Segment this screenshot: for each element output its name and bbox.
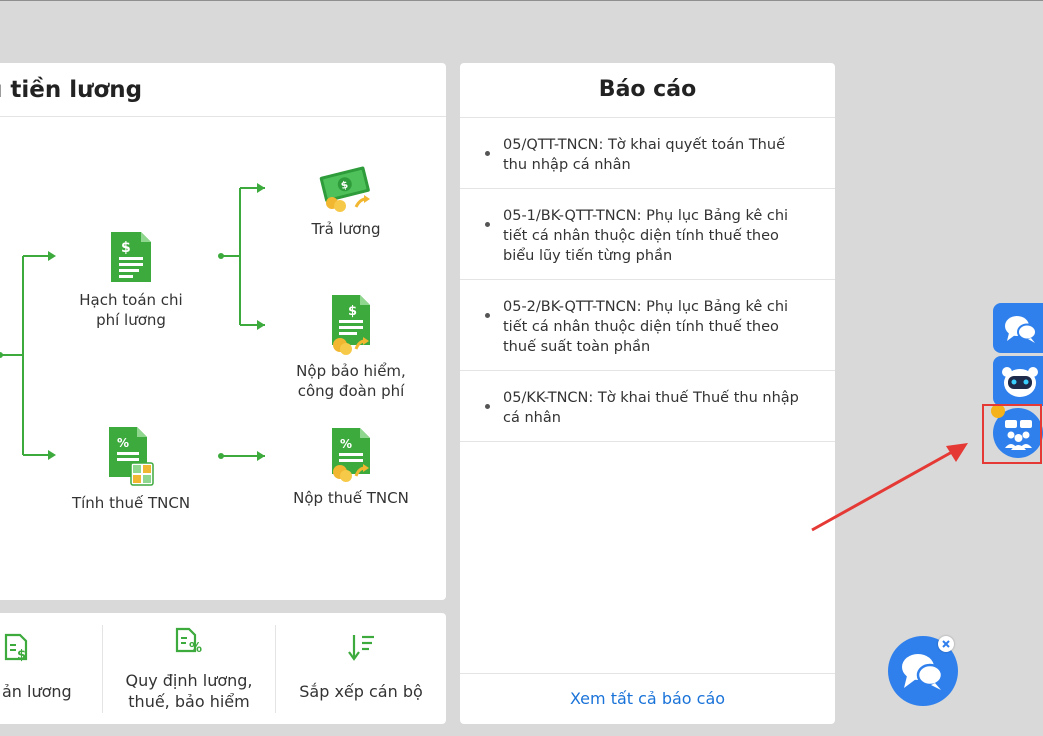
- window-top-border: [0, 0, 1043, 1]
- report-item[interactable]: 05-1/BK-QTT-TNCN: Phụ lục Bảng kê chi ti…: [460, 189, 835, 280]
- node-payroll-label: Hạch toán chi phí lương: [79, 291, 183, 329]
- shortcut-salary[interactable]: $ ản lương: [0, 613, 102, 724]
- view-all-reports-link[interactable]: Xem tất cả báo cáo: [460, 673, 835, 724]
- svg-text:%: %: [189, 641, 202, 655]
- side-chat-button[interactable]: [993, 303, 1043, 353]
- report-item[interactable]: 05/KK-TNCN: Tờ khai thuế Thuế thu nhập c…: [460, 371, 835, 442]
- svg-text:%: %: [117, 436, 129, 450]
- report-item[interactable]: 05-2/BK-QTT-TNCN: Phụ lục Bảng kê chi ti…: [460, 280, 835, 371]
- report-title: Báo cáo: [460, 63, 835, 118]
- chat-bubbles-icon: [902, 654, 944, 690]
- shortcut-arrange[interactable]: Sắp xếp cán bộ: [276, 613, 446, 724]
- svg-text:%: %: [340, 437, 352, 451]
- report-item[interactable]: 05/QTT-TNCN: Tờ khai quyết toán Thuế thu…: [460, 118, 835, 189]
- svg-text:$: $: [348, 304, 357, 319]
- tax-payment-icon: %: [332, 428, 370, 482]
- robot-assistant-icon: [1002, 367, 1038, 397]
- report-list: 05/QTT-TNCN: Tờ khai quyết toán Thuế thu…: [460, 118, 835, 442]
- shortcut-rules-label: Quy định lương, thuế, bảo hiểm: [125, 671, 253, 711]
- svg-text:$: $: [17, 648, 26, 663]
- node-pay-salary[interactable]: $ Trả lương: [296, 163, 396, 239]
- shortcut-salary-label: ản lương: [2, 682, 72, 701]
- insurance-document-icon: $: [332, 295, 370, 355]
- close-icon: [942, 640, 950, 648]
- shortcut-card: $ ản lương % Quy định lương, thuế, bảo h…: [0, 613, 446, 724]
- side-assistant-button[interactable]: [993, 356, 1043, 406]
- highlight-box: [982, 404, 1042, 464]
- salary-document-icon: $: [111, 232, 151, 282]
- node-pay-salary-label: Trả lương: [311, 220, 381, 238]
- report-card: Báo cáo 05/QTT-TNCN: Tờ khai quyết toán …: [460, 63, 835, 724]
- shortcut-arrange-label: Sắp xếp cán bộ: [299, 682, 423, 701]
- node-payroll-accounting[interactable]: $ Hạch toán chi phí lương: [76, 230, 186, 330]
- tax-calculator-icon: %: [109, 427, 154, 486]
- node-insurance-label: Nộp bảo hiểm, công đoàn phí: [296, 362, 406, 400]
- payroll-process-card: ụ tiền lương $ Hạch toán chi phí lương $…: [0, 63, 446, 600]
- annotation-arrow: [811, 443, 968, 532]
- percent-document-icon: %: [175, 627, 202, 655]
- shortcut-rules[interactable]: % Quy định lương, thuế, bảo hiểm: [103, 613, 275, 724]
- node-insurance-fee[interactable]: $ Nộp bảo hiểm, công đoàn phí: [291, 293, 411, 401]
- close-chat-button[interactable]: [938, 636, 954, 652]
- sort-list-icon: [348, 635, 374, 661]
- node-pit-calculation[interactable]: % Tính thuế TNCN: [71, 425, 191, 513]
- salary-list-icon: $: [4, 633, 28, 663]
- node-pit-payment[interactable]: % Nộp thuế TNCN: [286, 426, 416, 508]
- money-cash-icon: $: [319, 166, 370, 212]
- svg-text:$: $: [121, 240, 131, 256]
- chat-bubbles-icon: [1005, 316, 1037, 343]
- node-pit-calc-label: Tính thuế TNCN: [71, 494, 191, 512]
- node-pit-pay-label: Nộp thuế TNCN: [293, 489, 409, 507]
